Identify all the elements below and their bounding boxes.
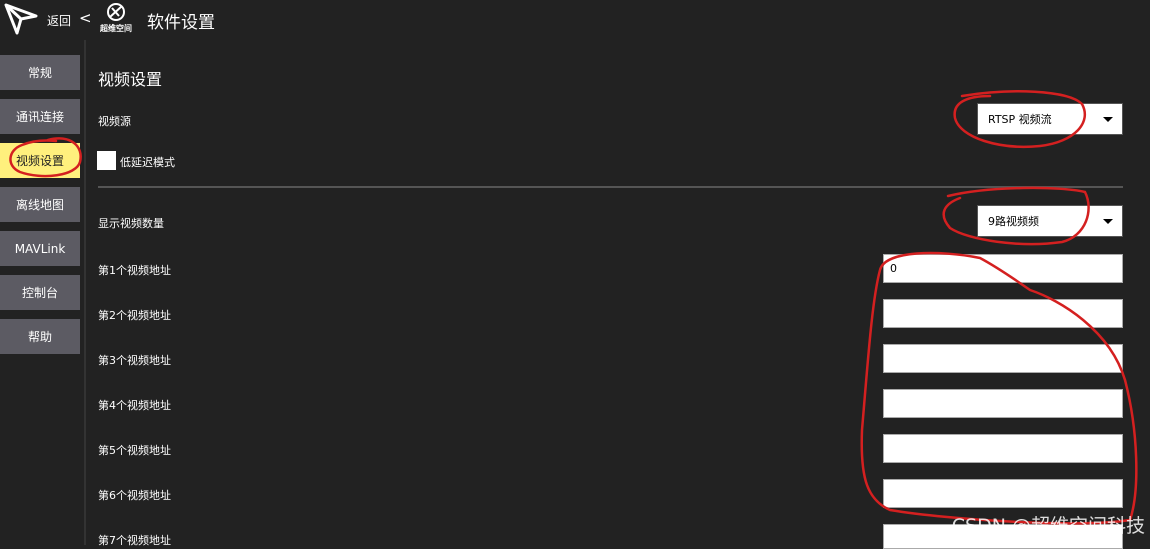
sidebar-item-mavlink[interactable]: MAVLink — [0, 231, 80, 266]
section-title: 视频设置 — [98, 70, 163, 89]
video-url-input-1[interactable] — [883, 254, 1123, 283]
sidebar-item-console[interactable]: 控制台 — [0, 275, 80, 310]
video-source-select[interactable]: RTSP 视频流 — [977, 103, 1123, 135]
video-count-select[interactable]: 9路视频频 — [977, 205, 1123, 237]
superdimension-logo-icon: 超维空间 — [99, 3, 132, 33]
video-url-label-6: 第6个视频地址 — [98, 489, 171, 502]
video-source-value: RTSP 视频流 — [988, 113, 1052, 126]
sidebar-item-comm-links[interactable]: 通讯连接 — [0, 99, 80, 134]
video-url-input-5[interactable] — [883, 434, 1123, 463]
video-url-label-1: 第1个视频地址 — [98, 264, 171, 277]
video-url-input-6[interactable] — [883, 479, 1123, 508]
top-bar: 返回 < 超维空间 软件设置 — [0, 0, 1150, 40]
low-latency-checkbox[interactable] — [97, 151, 116, 170]
chevron-left-icon[interactable]: < — [79, 9, 92, 27]
dropdown-caret-icon — [1103, 219, 1113, 224]
video-url-input-2[interactable] — [883, 299, 1123, 328]
video-count-value: 9路视频频 — [988, 215, 1039, 228]
back-button[interactable]: 返回 — [47, 12, 71, 29]
sidebar-item-help[interactable]: 帮助 — [0, 319, 80, 354]
video-url-label-7: 第7个视频地址 — [98, 534, 171, 547]
paper-plane-logo-icon[interactable] — [3, 2, 39, 36]
settings-panel: 视频设置 视频源 RTSP 视频流 低延迟模式 显示视频数量 9路视频频 第1个… — [86, 40, 1150, 549]
sidebar-item-offline-maps[interactable]: 离线地图 — [0, 187, 80, 222]
section-divider — [98, 186, 1123, 188]
video-url-label-5: 第5个视频地址 — [98, 444, 171, 457]
video-source-label: 视频源 — [98, 115, 131, 128]
dropdown-caret-icon — [1103, 117, 1113, 122]
video-url-label-3: 第3个视频地址 — [98, 354, 171, 367]
sidebar-item-video-settings[interactable]: 视频设置 — [0, 143, 80, 178]
video-url-label-4: 第4个视频地址 — [98, 399, 171, 412]
brand-logo-text: 超维空间 — [99, 23, 132, 33]
video-url-label-2: 第2个视频地址 — [98, 309, 171, 322]
sidebar: 常规 通讯连接 视频设置 离线地图 MAVLink 控制台 帮助 — [0, 40, 86, 545]
page-title: 软件设置 — [147, 13, 215, 33]
video-count-label: 显示视频数量 — [98, 217, 164, 230]
video-url-input-3[interactable] — [883, 344, 1123, 373]
sidebar-item-general[interactable]: 常规 — [0, 55, 80, 90]
video-url-input-4[interactable] — [883, 389, 1123, 418]
low-latency-label: 低延迟模式 — [120, 156, 175, 169]
csdn-watermark: CSDN @超维空间科技 — [951, 515, 1145, 537]
